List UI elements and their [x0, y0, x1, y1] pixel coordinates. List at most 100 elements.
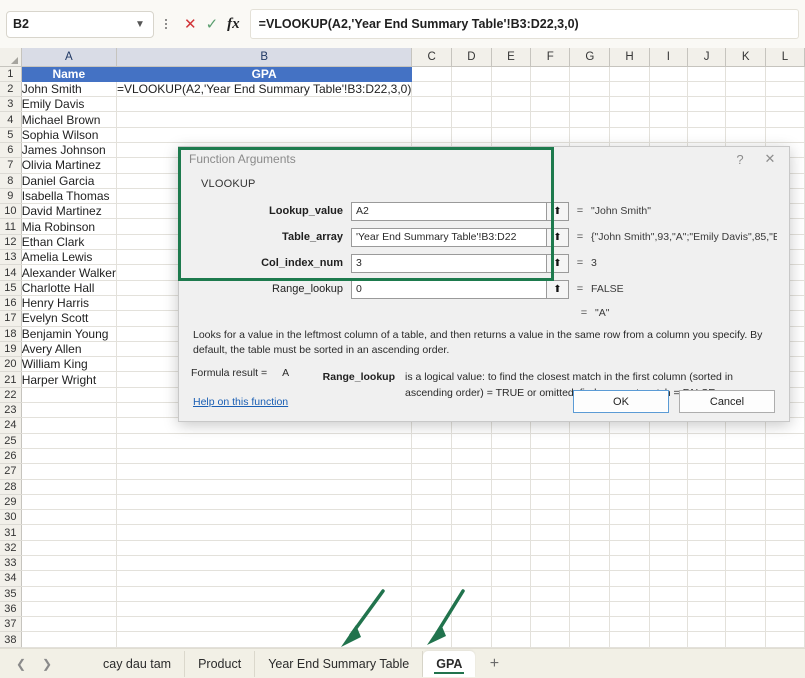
- cell-C31[interactable]: [411, 524, 453, 541]
- cell-E27[interactable]: [491, 463, 532, 480]
- column-header-c[interactable]: C: [411, 48, 453, 67]
- cell-K30[interactable]: [725, 509, 766, 526]
- row-header-27[interactable]: 27: [0, 463, 22, 480]
- cell-I37[interactable]: [649, 616, 688, 633]
- cancel-formula-icon[interactable]: ✕: [184, 17, 197, 32]
- cell-A7[interactable]: Olivia Martinez: [21, 157, 117, 174]
- cell-C29[interactable]: [411, 494, 453, 511]
- cell-G5[interactable]: [569, 127, 611, 143]
- row-header-3[interactable]: 3: [0, 96, 22, 113]
- row-header-23[interactable]: 23: [0, 402, 22, 419]
- more-options-icon[interactable]: [158, 11, 174, 38]
- cell-C4[interactable]: [411, 111, 453, 128]
- ok-button[interactable]: OK: [573, 390, 669, 413]
- cell-F28[interactable]: [530, 479, 571, 495]
- cell-C30[interactable]: [411, 509, 453, 526]
- cell-L29[interactable]: [765, 494, 805, 511]
- cell-D31[interactable]: [451, 524, 492, 541]
- cell-G2[interactable]: [569, 81, 611, 98]
- cell-K1[interactable]: [725, 66, 766, 82]
- cell-A35[interactable]: [21, 586, 117, 602]
- cell-C34[interactable]: [411, 570, 453, 587]
- cell-G38[interactable]: [569, 631, 611, 648]
- cell-A33[interactable]: [21, 555, 117, 572]
- cell-A26[interactable]: [21, 448, 117, 465]
- cell-J34[interactable]: [687, 570, 727, 587]
- cell-H4[interactable]: [609, 111, 650, 128]
- cell-H34[interactable]: [609, 570, 650, 587]
- row-header-38[interactable]: 38: [0, 631, 22, 648]
- cell-A20[interactable]: William King: [21, 356, 117, 373]
- cell-I25[interactable]: [649, 433, 688, 449]
- cell-I1[interactable]: [649, 66, 688, 82]
- cell-L33[interactable]: [765, 555, 805, 572]
- cell-B28[interactable]: [116, 479, 413, 495]
- cell-I5[interactable]: [649, 127, 688, 143]
- cell-I2[interactable]: [649, 81, 688, 98]
- cell-A14[interactable]: Alexander Walker: [21, 264, 117, 281]
- cell-A6[interactable]: James Johnson: [21, 142, 117, 159]
- cell-A23[interactable]: [21, 402, 117, 419]
- cell-K4[interactable]: [725, 111, 766, 128]
- cell-K32[interactable]: [725, 540, 766, 557]
- cell-J33[interactable]: [687, 555, 727, 572]
- cell-D33[interactable]: [451, 555, 492, 572]
- argument-input-range_lookup[interactable]: 0: [351, 279, 547, 299]
- column-header-k[interactable]: K: [725, 48, 766, 67]
- cell-A15[interactable]: Charlotte Hall: [21, 280, 117, 296]
- cell-B37[interactable]: [116, 616, 413, 633]
- cell-C26[interactable]: [411, 448, 453, 465]
- row-header-8[interactable]: 8: [0, 173, 22, 189]
- cell-H26[interactable]: [609, 448, 650, 465]
- cell-L28[interactable]: [765, 479, 805, 495]
- cell-E3[interactable]: [491, 96, 532, 113]
- cell-A38[interactable]: [21, 631, 117, 648]
- formula-input[interactable]: =VLOOKUP(A2,'Year End Summary Table'!B3:…: [249, 9, 799, 39]
- cell-B4[interactable]: [116, 111, 413, 128]
- cell-K3[interactable]: [725, 96, 766, 113]
- cell-A11[interactable]: Mia Robinson: [21, 218, 117, 235]
- cell-L25[interactable]: [765, 433, 805, 449]
- sheet-tab-year-end-summary-table[interactable]: Year End Summary Table: [255, 650, 424, 677]
- cell-J30[interactable]: [687, 509, 727, 526]
- cell-A4[interactable]: Michael Brown: [21, 111, 117, 128]
- cell-J32[interactable]: [687, 540, 727, 557]
- column-header-g[interactable]: G: [569, 48, 611, 67]
- cell-F27[interactable]: [530, 463, 571, 480]
- cell-J38[interactable]: [687, 631, 727, 648]
- cell-B32[interactable]: [116, 540, 413, 557]
- cell-G26[interactable]: [569, 448, 611, 465]
- column-header-h[interactable]: H: [609, 48, 650, 67]
- argument-input-table_array[interactable]: 'Year End Summary Table'!B3:D22: [351, 227, 547, 247]
- row-header-16[interactable]: 16: [0, 295, 22, 312]
- cell-J31[interactable]: [687, 524, 727, 541]
- row-header-24[interactable]: 24: [0, 417, 22, 434]
- cell-K34[interactable]: [725, 570, 766, 587]
- chevron-left-icon[interactable]: ❮: [8, 651, 34, 677]
- cell-A3[interactable]: Emily Davis: [21, 96, 117, 113]
- row-header-17[interactable]: 17: [0, 310, 22, 327]
- cell-F35[interactable]: [530, 586, 571, 602]
- column-header-b[interactable]: B: [116, 48, 413, 67]
- cell-A28[interactable]: [21, 479, 117, 495]
- cell-G37[interactable]: [569, 616, 611, 633]
- cell-B25[interactable]: [116, 433, 413, 449]
- cell-A36[interactable]: [21, 601, 117, 618]
- cell-C3[interactable]: [411, 96, 453, 113]
- cell-A5[interactable]: Sophia Wilson: [21, 127, 117, 143]
- cell-F34[interactable]: [530, 570, 571, 587]
- cell-B2[interactable]: =VLOOKUP(A2,'Year End Summary Table'!B3:…: [116, 80, 413, 98]
- row-header-10[interactable]: 10: [0, 203, 22, 220]
- chevron-down-icon[interactable]: ▼: [133, 17, 147, 31]
- sheet-tab-product[interactable]: Product: [185, 650, 256, 677]
- cell-A8[interactable]: Daniel Garcia: [21, 173, 117, 189]
- cell-H28[interactable]: [609, 479, 650, 495]
- cell-I31[interactable]: [649, 524, 688, 541]
- cell-L1[interactable]: [765, 66, 805, 82]
- cell-J35[interactable]: [687, 586, 727, 602]
- range-picker-icon[interactable]: ⬆: [547, 227, 569, 247]
- row-header-35[interactable]: 35: [0, 586, 22, 602]
- cell-I27[interactable]: [649, 463, 688, 480]
- row-header-9[interactable]: 9: [0, 188, 22, 205]
- cell-A24[interactable]: [21, 417, 117, 434]
